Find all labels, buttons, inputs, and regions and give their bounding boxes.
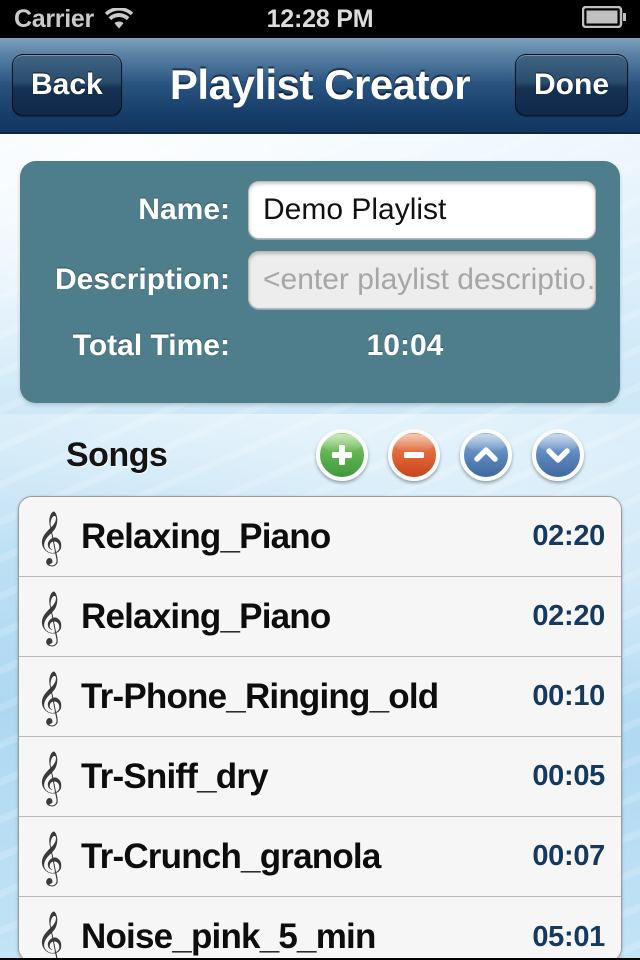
- content-area: Name: Demo Playlist Description: <enter …: [0, 134, 640, 958]
- move-up-button[interactable]: [460, 429, 512, 481]
- back-button[interactable]: Back: [12, 54, 122, 116]
- songs-section-title: Songs: [66, 435, 168, 474]
- navigation-bar: Back Playlist Creator Done: [0, 38, 640, 134]
- table-row[interactable]: 𝄞 Relaxing_Piano 02:20: [19, 497, 621, 577]
- treble-clef-icon: 𝄞: [36, 509, 64, 564]
- chevron-down-icon: [546, 448, 570, 463]
- name-row: Name: Demo Playlist: [32, 179, 596, 241]
- status-bar: Carrier 12:28 PM: [0, 0, 640, 38]
- total-time-row: Total Time: 10:04: [32, 319, 596, 373]
- status-bar-left: Carrier: [14, 5, 134, 34]
- app-screen: Carrier 12:28 PM Back Playlist Creator D…: [0, 0, 640, 960]
- treble-clef-icon: 𝄞: [36, 910, 64, 958]
- name-label: Name:: [138, 193, 230, 226]
- song-duration: 02:20: [532, 520, 605, 552]
- table-row[interactable]: 𝄞 Relaxing_Piano 02:20: [19, 577, 621, 657]
- add-button[interactable]: [316, 429, 368, 481]
- done-button[interactable]: Done: [515, 54, 628, 116]
- plus-icon: [332, 445, 352, 465]
- table-row[interactable]: 𝄞 Tr-Crunch_granola 00:07: [19, 817, 621, 897]
- song-duration: 00:07: [532, 840, 605, 872]
- name-input[interactable]: Demo Playlist: [248, 181, 596, 239]
- table-row[interactable]: 𝄞 Tr-Phone_Ringing_old 00:10: [19, 657, 621, 737]
- table-row[interactable]: 𝄞 Tr-Sniff_dry 00:05: [19, 737, 621, 817]
- treble-clef-icon: 𝄞: [36, 749, 64, 804]
- song-title: Tr-Phone_Ringing_old: [81, 676, 439, 716]
- description-row: Description: <enter playlist descriptio…: [32, 249, 596, 311]
- song-title: Tr-Crunch_granola: [81, 836, 381, 876]
- song-duration: 05:01: [532, 920, 605, 953]
- song-duration: 02:20: [532, 600, 605, 632]
- description-input[interactable]: <enter playlist descriptio…: [248, 251, 596, 309]
- minus-icon: [404, 452, 424, 458]
- song-title: Noise_pink_5_min: [81, 917, 376, 956]
- total-time-value: 10:04: [366, 329, 444, 362]
- songs-header: Songs: [0, 419, 640, 491]
- songs-action-buttons: [316, 429, 584, 481]
- song-list[interactable]: 𝄞 Relaxing_Piano 02:20 𝄞 Relaxing_Piano …: [18, 496, 622, 958]
- treble-clef-icon: 𝄞: [36, 829, 64, 884]
- chevron-up-icon: [474, 447, 498, 462]
- treble-clef-icon: 𝄞: [36, 669, 64, 724]
- song-title: Relaxing_Piano: [81, 596, 331, 636]
- total-time-label: Total Time:: [72, 329, 230, 362]
- description-label: Description:: [54, 263, 230, 296]
- battery-full-icon: [581, 5, 627, 33]
- song-duration: 00:10: [532, 680, 605, 712]
- status-bar-right: [581, 5, 627, 33]
- remove-button[interactable]: [388, 429, 440, 481]
- song-title: Tr-Sniff_dry: [81, 756, 269, 796]
- playlist-details-panel: Name: Demo Playlist Description: <enter …: [20, 161, 620, 403]
- carrier-label: Carrier: [14, 4, 94, 33]
- move-down-button[interactable]: [532, 429, 584, 481]
- song-duration: 00:05: [532, 760, 605, 792]
- treble-clef-icon: 𝄞: [36, 589, 64, 644]
- table-row[interactable]: 𝄞 Noise_pink_5_min 05:01: [19, 897, 621, 958]
- wifi-icon: [104, 8, 134, 30]
- song-title: Relaxing_Piano: [81, 516, 331, 556]
